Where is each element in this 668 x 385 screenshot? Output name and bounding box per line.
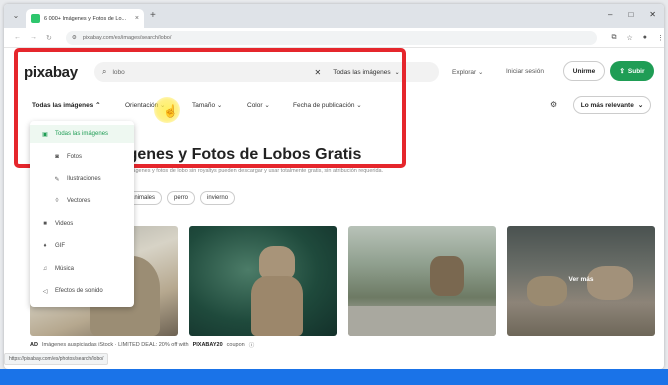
upload-icon: ⇪ xyxy=(619,68,625,75)
sponsor-line: AD Imágenes auspiciadas iStock · LIMITED… xyxy=(30,341,254,349)
dropdown-item-gif[interactable]: ♦ GIF xyxy=(30,237,134,255)
dropdown-item-label: Música xyxy=(55,266,75,272)
dropdown-item-label: Efectos de sonido xyxy=(55,288,103,294)
login-link[interactable]: Iniciar sesión xyxy=(506,68,544,75)
related-tags: animales perro invierno xyxy=(124,191,236,205)
browser-actions: ⧉ ☆ ● ⋮ xyxy=(611,34,664,42)
wolf-image[interactable] xyxy=(348,226,496,336)
browser-tab[interactable]: 6 000+ Imágenes y Fotos de Lo... × xyxy=(26,9,144,28)
favicon-icon xyxy=(31,14,40,23)
explore-menu[interactable]: Explorar ⌄ xyxy=(452,68,483,76)
dropdown-item-music[interactable]: ♫ Música xyxy=(30,260,134,278)
browser-window: ⌄ 6 000+ Imágenes y Fotos de Lo... × + –… xyxy=(4,4,664,369)
coupon-suffix: coupon xyxy=(226,342,245,348)
sponsor-text: Imágenes auspiciadas iStock · LIMITED DE… xyxy=(41,342,189,348)
dropdown-item-label: GIF xyxy=(55,243,65,249)
tag-chip[interactable]: invierno xyxy=(200,191,236,205)
wolf-shape xyxy=(587,266,633,300)
upload-label: Subir xyxy=(627,67,645,75)
reload-icon[interactable]: ↻ xyxy=(46,34,52,42)
image-icon: ▣ xyxy=(42,131,48,138)
wolf-image[interactable] xyxy=(189,226,337,336)
dropdown-item-photos[interactable]: ◙ Fotos xyxy=(30,148,134,166)
wolf-head-shape xyxy=(259,246,295,280)
coupon-code: PIXABAY20 xyxy=(192,342,223,348)
close-window-icon[interactable]: ✕ xyxy=(649,10,656,19)
new-tab-icon[interactable]: + xyxy=(150,10,156,21)
status-url-bar: https://pixabay.com/es/photos/search/lob… xyxy=(4,353,109,365)
ad-badge: AD xyxy=(30,342,38,348)
window-controls: – □ ✕ xyxy=(608,10,656,19)
page-subtitle: Encuentra imágenes y fotos de lobo sin r… xyxy=(100,168,384,174)
sort-label: Lo más relevante xyxy=(580,101,634,109)
translate-icon[interactable]: ⧉ xyxy=(611,34,616,42)
dropdown-item-label: Fotos xyxy=(67,154,83,160)
video-icon: ■ xyxy=(43,221,47,227)
gear-icon[interactable]: ⚙ xyxy=(550,100,557,109)
url-field[interactable]: ⚙ pixabay.com/es/images/search/lobo/ xyxy=(65,30,598,45)
dropdown-item-label: Ilustraciones xyxy=(67,176,101,182)
dropdown-item-label: Vectores xyxy=(67,198,91,204)
maximize-icon[interactable]: □ xyxy=(628,10,633,19)
camera-icon: ◙ xyxy=(55,154,59,160)
nav-buttons: ← → ↻ xyxy=(4,34,52,42)
tab-list-icon[interactable]: ⌄ xyxy=(10,11,22,23)
dropdown-item-all-images[interactable]: ▣ Todas las imágenes xyxy=(30,125,134,143)
address-bar: ← → ↻ ⚙ pixabay.com/es/images/search/lob… xyxy=(4,28,664,48)
dropdown-item-videos[interactable]: ■ Videos xyxy=(30,215,134,233)
taskbar xyxy=(0,369,668,385)
site-info-icon[interactable]: ⚙ xyxy=(72,35,77,41)
join-button[interactable]: Unirme xyxy=(563,61,605,81)
tab-title: 6 000+ Imágenes y Fotos de Lo... xyxy=(44,15,127,22)
gif-icon: ♦ xyxy=(43,243,47,249)
profile-icon[interactable]: ● xyxy=(643,34,647,42)
dropdown-item-label: Videos xyxy=(55,221,74,227)
sound-icon: ◁ xyxy=(42,288,48,295)
dropdown-item-sound-effects[interactable]: ◁ Efectos de sonido xyxy=(30,282,134,300)
info-icon[interactable]: ⓘ xyxy=(249,341,255,349)
see-more-overlay[interactable]: Ver más xyxy=(507,276,655,283)
minimize-icon[interactable]: – xyxy=(608,10,612,19)
sort-select[interactable]: Lo más relevante ⌄ xyxy=(573,96,651,114)
brush-icon: ✎ xyxy=(54,176,60,183)
rocks-shape xyxy=(348,306,496,336)
forward-icon[interactable]: → xyxy=(30,34,37,42)
wolf-body-shape xyxy=(251,276,303,336)
menu-kebab-icon[interactable]: ⋮ xyxy=(657,34,664,42)
tag-chip[interactable]: perro xyxy=(167,191,196,205)
dropdown-item-illustrations[interactable]: ✎ Ilustraciones xyxy=(30,170,134,188)
wolf-image[interactable]: Ver más xyxy=(507,226,655,336)
vector-icon: ◊ xyxy=(55,198,59,204)
upload-button[interactable]: ⇪ Subir xyxy=(610,61,654,81)
hand-cursor-icon: ☝ xyxy=(163,104,178,118)
tab-strip: ⌄ 6 000+ Imágenes y Fotos de Lo... × + –… xyxy=(4,4,664,28)
type-dropdown-menu: ▣ Todas las imágenes ◙ Fotos ✎ Ilustraci… xyxy=(30,121,134,307)
url-text: pixabay.com/es/images/search/lobo/ xyxy=(82,34,172,41)
music-icon: ♫ xyxy=(42,266,48,272)
dropdown-item-vectors[interactable]: ◊ Vectores xyxy=(30,192,134,210)
dropdown-item-label: Todas las imágenes xyxy=(55,131,109,137)
explore-label: Explorar xyxy=(452,69,477,76)
back-icon[interactable]: ← xyxy=(14,34,21,42)
bookmark-star-icon[interactable]: ☆ xyxy=(626,34,632,42)
wolf-shape xyxy=(430,256,464,296)
close-tab-icon[interactable]: × xyxy=(135,15,139,22)
